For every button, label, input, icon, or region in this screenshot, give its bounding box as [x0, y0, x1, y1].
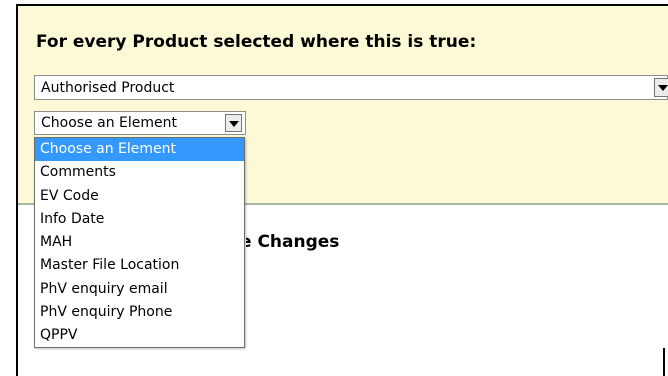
dropdown-option-qppv[interactable]: QPPV — [35, 324, 244, 347]
section-title: e Changes — [240, 232, 340, 252]
dropdown-option-phv-enquiry-email[interactable]: PhV enquiry email — [35, 278, 244, 301]
dropdown-option-ev-code[interactable]: EV Code — [35, 185, 244, 208]
dropdown-option-master-file-location[interactable]: Master File Location — [35, 254, 244, 277]
dropdown-option-info-date[interactable]: Info Date — [35, 208, 244, 231]
dropdown-option-comments[interactable]: Comments — [35, 161, 244, 184]
element-select-value: Choose an Element — [41, 115, 178, 131]
element-select[interactable]: Choose an Element — [34, 111, 246, 135]
element-select-dropdown-button[interactable] — [225, 114, 242, 132]
dropdown-option-choose-an-element[interactable]: Choose an Element — [35, 138, 244, 162]
dropdown-option-mah[interactable]: MAH — [35, 231, 244, 254]
frame-border-right — [663, 348, 665, 376]
criteria-heading: For every Product selected where this is… — [36, 32, 477, 52]
chevron-down-icon — [229, 121, 239, 127]
product-select-dropdown-button[interactable] — [654, 78, 668, 97]
product-select[interactable]: Authorised Product — [34, 75, 668, 100]
chevron-down-icon — [658, 85, 668, 91]
product-select-value: Authorised Product — [41, 80, 175, 96]
dropdown-option-phv-enquiry-phone[interactable]: PhV enquiry Phone — [35, 301, 244, 324]
element-dropdown-list[interactable]: Choose an Element Comments EV Code Info … — [34, 137, 245, 348]
